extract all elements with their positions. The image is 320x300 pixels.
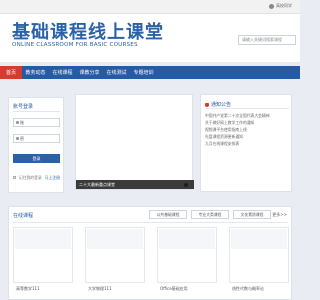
course-card[interactable]: 线性代数与概率论 — [229, 227, 289, 291]
remember-checkbox[interactable] — [13, 176, 16, 179]
notice-panel: 通知公告 中国共产党第二十次全国代表大会精神 关于做好网上教学工作的通知 视频课… — [200, 94, 292, 192]
divider — [205, 108, 289, 109]
notice-item[interactable]: 九月在线课程安排表 — [205, 140, 289, 147]
course-card[interactable]: 高等数学111 — [13, 227, 73, 291]
site-subtitle: ONLINE CLASSROOM FOR BASIC COURSES — [12, 42, 138, 48]
more-link[interactable]: 更多>> — [272, 212, 287, 218]
login-panel: 账号登录 账 密 登录 记住我的登录 马上注册 — [8, 97, 64, 193]
username-placeholder: 账 — [20, 119, 24, 125]
notice-item[interactable]: 关于做好网上教学工作的通知 — [205, 119, 289, 126]
top-login-label: 高校同学 — [276, 3, 292, 8]
notice-item[interactable]: 中国共产党第二十次全国代表大会精神 — [205, 112, 289, 119]
login-options: 记住我的登录 马上注册 — [13, 175, 60, 181]
courses-section: 在线课程 公共基础课程 专业大类课程 文化素质课程 更多>> 高等数学111 大… — [8, 206, 292, 300]
nav-item-courses[interactable]: 在线课程 — [49, 66, 76, 79]
main-nav: 首页 教务动态 在线课程 课教分享 在线测试 专题培训 — [0, 66, 300, 79]
slider-dot[interactable] — [184, 183, 188, 187]
filter-major[interactable]: 专业大类课程 — [191, 210, 229, 219]
login-button[interactable]: 登录 — [13, 154, 60, 163]
password-placeholder: 密 — [20, 135, 24, 141]
nav-item-training[interactable]: 专题培训 — [130, 66, 157, 79]
banner-caption: 二十大最新重点课堂 — [76, 180, 194, 189]
divider — [13, 111, 60, 112]
top-bar: 高校同学 — [0, 0, 300, 14]
nav-item-news[interactable]: 教务动态 — [22, 66, 49, 79]
course-thumbnail — [159, 229, 215, 249]
course-thumbnail — [15, 229, 71, 249]
site-title: 基础课程线上课堂 — [12, 22, 164, 43]
filter-culture[interactable]: 文化素质课程 — [233, 210, 271, 219]
course-name: 大学物理111 — [88, 286, 112, 291]
user-icon — [269, 3, 274, 9]
bell-icon — [205, 102, 209, 107]
register-link[interactable]: 马上注册 — [45, 175, 60, 181]
divider — [13, 222, 287, 223]
filter-public-basic[interactable]: 公共基础课程 — [149, 210, 187, 219]
notice-list: 中国共产党第二十次全国代表大会精神 关于做好网上教学工作的通知 视频课平台使用指… — [205, 112, 289, 147]
login-title: 账号登录 — [13, 104, 34, 110]
course-thumbnail — [231, 229, 287, 249]
banner-slider[interactable]: 二十大最新重点课堂 — [75, 94, 194, 190]
course-card[interactable]: Office基础应用 — [157, 227, 217, 291]
search-input[interactable]: 请输入关键词搜索课程 — [238, 35, 296, 45]
course-thumbnail — [87, 229, 143, 249]
search-placeholder: 请输入关键词搜索课程 — [242, 37, 282, 42]
top-login-link[interactable]: 高校同学 — [269, 3, 292, 9]
password-field[interactable]: 密 — [13, 134, 60, 143]
notice-title: 通知公告 — [205, 101, 231, 108]
notice-title-text: 通知公告 — [211, 102, 232, 108]
nav-item-share[interactable]: 课教分享 — [76, 66, 103, 79]
course-name: 线性代数与概率论 — [232, 286, 264, 291]
course-name: Office基础应用 — [160, 286, 188, 291]
nav-item-home[interactable]: 首页 — [0, 66, 22, 79]
site-header: 基础课程线上课堂 ONLINE CLASSROOM FOR BASIC COUR… — [0, 14, 300, 62]
remember-label: 记住我的登录 — [19, 175, 42, 180]
lock-icon — [16, 137, 19, 140]
course-name: 高等数学111 — [16, 286, 40, 291]
nav-item-test[interactable]: 在线测试 — [103, 66, 130, 79]
notice-item[interactable]: 视频课平台使用指南上线 — [205, 126, 289, 133]
notice-item[interactable]: 光盘课程资源更新通知 — [205, 133, 289, 140]
user-field-icon — [16, 121, 19, 124]
course-card[interactable]: 大学物理111 — [85, 227, 145, 291]
username-field[interactable]: 账 — [13, 118, 60, 127]
courses-title: 在线课程 — [13, 213, 34, 219]
